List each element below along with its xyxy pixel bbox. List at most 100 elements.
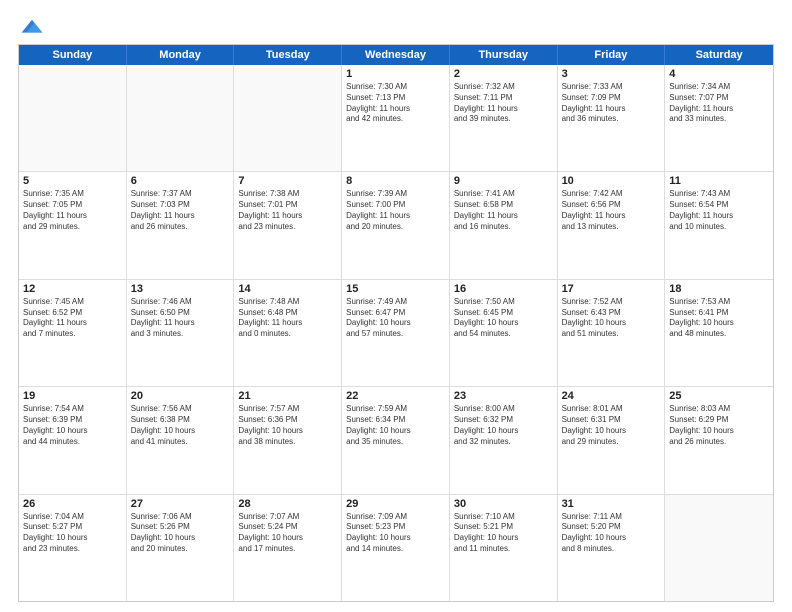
calendar-day-3: 3Sunrise: 7:33 AMSunset: 7:09 PMDaylight…	[558, 65, 666, 171]
calendar-body: 1Sunrise: 7:30 AMSunset: 7:13 PMDaylight…	[19, 65, 773, 601]
day-number: 16	[454, 283, 553, 295]
day-number: 21	[238, 390, 337, 402]
calendar-day-29: 29 Sunrise: 7:09 AMSunset: 5:23 PMDayligh…	[342, 495, 450, 601]
day-info: Sunrise: 7:43 AMSunset: 6:54 PMDaylight:…	[669, 189, 769, 232]
calendar-day-2: 2Sunrise: 7:32 AMSunset: 7:11 PMDaylight…	[450, 65, 558, 171]
day-number: 20	[131, 390, 230, 402]
calendar-day-25: 25Sunrise: 8:03 AMSunset: 6:29 PMDayligh…	[665, 387, 773, 493]
calendar-day-14: 14 Sunrise: 7:48 AMSunset: 6:48 PMDayligh…	[234, 280, 342, 386]
calendar-day-18: 18Sunrise: 7:53 AMSunset: 6:41 PMDayligh…	[665, 280, 773, 386]
day-info: Sunrise: 7:10 AMSunset: 5:21 PMDaylight:…	[454, 512, 553, 555]
day-number: 29	[346, 498, 445, 510]
day-info: Sunrise: 7:11 AMSunset: 5:20 PMDaylight:…	[562, 512, 661, 555]
day-number: 24	[562, 390, 661, 402]
day-header-friday: Friday	[558, 45, 666, 65]
calendar-empty	[234, 65, 342, 171]
day-info: Sunrise: 7:33 AMSunset: 7:09 PMDaylight:…	[562, 82, 661, 125]
day-number: 6	[131, 175, 230, 187]
day-info: Sunrise: 7:09 AMSunset: 5:23 PMDaylight:…	[346, 512, 445, 555]
day-info: Sunrise: 7:42 AMSunset: 6:56 PMDaylight:…	[562, 189, 661, 232]
calendar-day-24: 24 Sunrise: 8:01 AMSunset: 6:31 PMDayligh…	[558, 387, 666, 493]
calendar-day-16: 16 Sunrise: 7:50 AMSunset: 6:45 PMDayligh…	[450, 280, 558, 386]
page: SundayMondayTuesdayWednesdayThursdayFrid…	[0, 0, 792, 612]
calendar-week-2: 5 Sunrise: 7:35 AMSunset: 7:05 PMDaylight…	[19, 172, 773, 279]
calendar: SundayMondayTuesdayWednesdayThursdayFrid…	[18, 44, 774, 602]
day-number: 8	[346, 175, 445, 187]
logo-icon	[20, 18, 44, 36]
day-info: Sunrise: 7:48 AMSunset: 6:48 PMDaylight:…	[238, 297, 337, 340]
day-number: 10	[562, 175, 661, 187]
day-number: 22	[346, 390, 445, 402]
calendar-week-4: 19 Sunrise: 7:54 AMSunset: 6:39 PMDayligh…	[19, 387, 773, 494]
day-info: Sunrise: 7:50 AMSunset: 6:45 PMDaylight:…	[454, 297, 553, 340]
day-number: 30	[454, 498, 553, 510]
day-header-sunday: Sunday	[19, 45, 127, 65]
day-header-tuesday: Tuesday	[234, 45, 342, 65]
day-header-monday: Monday	[127, 45, 235, 65]
day-number: 9	[454, 175, 553, 187]
day-number: 18	[669, 283, 769, 295]
calendar-day-13: 13 Sunrise: 7:46 AMSunset: 6:50 PMDayligh…	[127, 280, 235, 386]
calendar-week-3: 12 Sunrise: 7:45 AMSunset: 6:52 PMDayligh…	[19, 280, 773, 387]
day-number: 1	[346, 68, 445, 80]
day-info: Sunrise: 7:32 AMSunset: 7:11 PMDaylight:…	[454, 82, 553, 125]
day-info: Sunrise: 7:59 AMSunset: 6:34 PMDaylight:…	[346, 404, 445, 447]
calendar-day-8: 8 Sunrise: 7:39 AMSunset: 7:00 PMDaylight…	[342, 172, 450, 278]
calendar-day-10: 10 Sunrise: 7:42 AMSunset: 6:56 PMDayligh…	[558, 172, 666, 278]
calendar-day-11: 11Sunrise: 7:43 AMSunset: 6:54 PMDayligh…	[665, 172, 773, 278]
calendar-day-22: 22 Sunrise: 7:59 AMSunset: 6:34 PMDayligh…	[342, 387, 450, 493]
calendar-day-7: 7 Sunrise: 7:38 AMSunset: 7:01 PMDaylight…	[234, 172, 342, 278]
calendar-day-26: 26 Sunrise: 7:04 AMSunset: 5:27 PMDayligh…	[19, 495, 127, 601]
day-number: 17	[562, 283, 661, 295]
day-info: Sunrise: 7:37 AMSunset: 7:03 PMDaylight:…	[131, 189, 230, 232]
day-info: Sunrise: 7:54 AMSunset: 6:39 PMDaylight:…	[23, 404, 122, 447]
day-number: 19	[23, 390, 122, 402]
day-info: Sunrise: 7:41 AMSunset: 6:58 PMDaylight:…	[454, 189, 553, 232]
day-info: Sunrise: 7:49 AMSunset: 6:47 PMDaylight:…	[346, 297, 445, 340]
day-number: 25	[669, 390, 769, 402]
day-info: Sunrise: 7:34 AMSunset: 7:07 PMDaylight:…	[669, 82, 769, 125]
day-number: 27	[131, 498, 230, 510]
calendar-day-6: 6 Sunrise: 7:37 AMSunset: 7:03 PMDaylight…	[127, 172, 235, 278]
day-number: 13	[131, 283, 230, 295]
day-info: Sunrise: 7:45 AMSunset: 6:52 PMDaylight:…	[23, 297, 122, 340]
day-number: 28	[238, 498, 337, 510]
day-header-thursday: Thursday	[450, 45, 558, 65]
day-info: Sunrise: 7:04 AMSunset: 5:27 PMDaylight:…	[23, 512, 122, 555]
header	[18, 18, 774, 36]
day-number: 14	[238, 283, 337, 295]
logo-text	[18, 18, 44, 36]
calendar-day-31: 31 Sunrise: 7:11 AMSunset: 5:20 PMDayligh…	[558, 495, 666, 601]
calendar-day-28: 28 Sunrise: 7:07 AMSunset: 5:24 PMDayligh…	[234, 495, 342, 601]
day-number: 26	[23, 498, 122, 510]
day-info: Sunrise: 7:57 AMSunset: 6:36 PMDaylight:…	[238, 404, 337, 447]
calendar-day-4: 4Sunrise: 7:34 AMSunset: 7:07 PMDaylight…	[665, 65, 773, 171]
day-info: Sunrise: 7:06 AMSunset: 5:26 PMDaylight:…	[131, 512, 230, 555]
calendar-day-23: 23 Sunrise: 8:00 AMSunset: 6:32 PMDayligh…	[450, 387, 558, 493]
calendar-day-20: 20 Sunrise: 7:56 AMSunset: 6:38 PMDayligh…	[127, 387, 235, 493]
day-info: Sunrise: 7:52 AMSunset: 6:43 PMDaylight:…	[562, 297, 661, 340]
day-number: 12	[23, 283, 122, 295]
day-number: 5	[23, 175, 122, 187]
day-number: 7	[238, 175, 337, 187]
day-info: Sunrise: 7:39 AMSunset: 7:00 PMDaylight:…	[346, 189, 445, 232]
day-info: Sunrise: 7:46 AMSunset: 6:50 PMDaylight:…	[131, 297, 230, 340]
day-number: 23	[454, 390, 553, 402]
calendar-day-1: 1Sunrise: 7:30 AMSunset: 7:13 PMDaylight…	[342, 65, 450, 171]
calendar-week-1: 1Sunrise: 7:30 AMSunset: 7:13 PMDaylight…	[19, 65, 773, 172]
day-number: 31	[562, 498, 661, 510]
day-header-saturday: Saturday	[665, 45, 773, 65]
calendar-empty	[19, 65, 127, 171]
calendar-header: SundayMondayTuesdayWednesdayThursdayFrid…	[19, 45, 773, 65]
calendar-day-30: 30 Sunrise: 7:10 AMSunset: 5:21 PMDayligh…	[450, 495, 558, 601]
logo	[18, 18, 44, 36]
day-info: Sunrise: 7:38 AMSunset: 7:01 PMDaylight:…	[238, 189, 337, 232]
day-info: Sunrise: 8:00 AMSunset: 6:32 PMDaylight:…	[454, 404, 553, 447]
day-info: Sunrise: 7:56 AMSunset: 6:38 PMDaylight:…	[131, 404, 230, 447]
day-info: Sunrise: 7:35 AMSunset: 7:05 PMDaylight:…	[23, 189, 122, 232]
day-info: Sunrise: 8:01 AMSunset: 6:31 PMDaylight:…	[562, 404, 661, 447]
calendar-day-9: 9 Sunrise: 7:41 AMSunset: 6:58 PMDaylight…	[450, 172, 558, 278]
calendar-day-5: 5 Sunrise: 7:35 AMSunset: 7:05 PMDaylight…	[19, 172, 127, 278]
day-info: Sunrise: 7:07 AMSunset: 5:24 PMDaylight:…	[238, 512, 337, 555]
calendar-day-27: 27 Sunrise: 7:06 AMSunset: 5:26 PMDayligh…	[127, 495, 235, 601]
